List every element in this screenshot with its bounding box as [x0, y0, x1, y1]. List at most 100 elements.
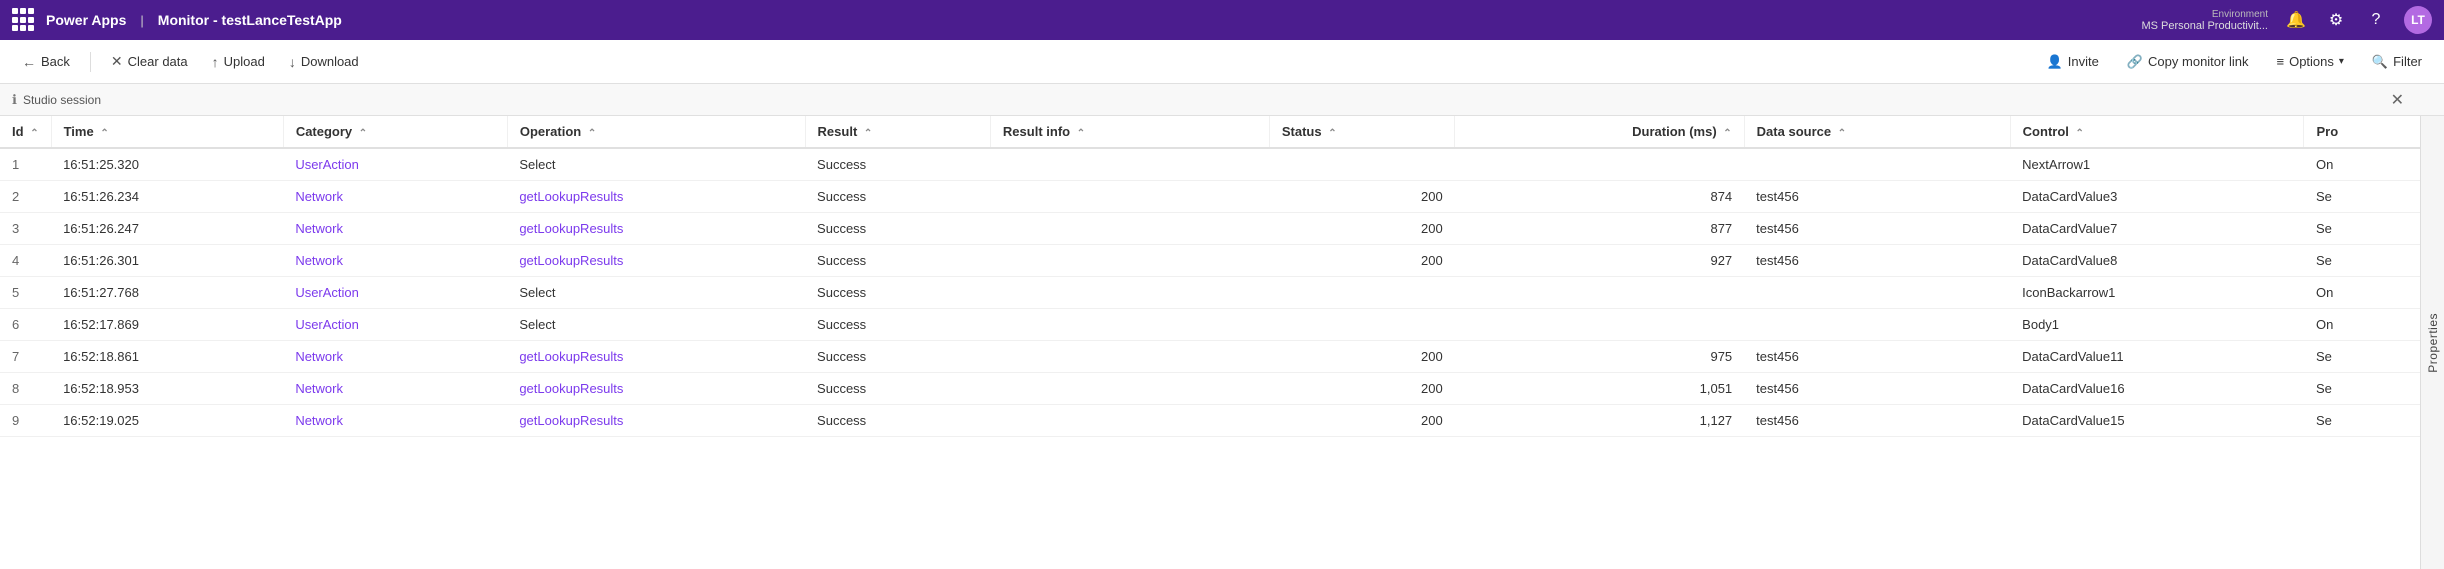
- operation-sort-icon: ⌃: [588, 128, 596, 139]
- cell-duration: [1455, 148, 1744, 181]
- back-arrow-icon: ←: [22, 54, 36, 70]
- invite-button[interactable]: 👤 Invite: [2037, 49, 2109, 75]
- cell-data-source: test456: [1744, 213, 2010, 245]
- avatar[interactable]: LT: [2404, 6, 2432, 34]
- cell-id: 4: [0, 245, 51, 277]
- back-button[interactable]: ← Back: [12, 49, 80, 75]
- filter-icon: 🔍: [2372, 54, 2388, 70]
- cell-operation: getLookupResults: [507, 213, 805, 245]
- cell-category: UserAction: [283, 277, 507, 309]
- studio-session-close-button[interactable]: ✕: [2391, 90, 2404, 110]
- cell-data-source: test456: [1744, 245, 2010, 277]
- cell-control: Body1: [2010, 309, 2304, 341]
- cell-operation: Select: [507, 309, 805, 341]
- id-sort-icon: ⌃: [30, 128, 38, 139]
- table-row[interactable]: 416:51:26.301NetworkgetLookupResultsSucc…: [0, 245, 2444, 277]
- cell-operation: getLookupResults: [507, 245, 805, 277]
- monitor-table: Id ⌃ Time ⌃ Category ⌃ Operation ⌃ Resul…: [0, 116, 2444, 437]
- column-header-control[interactable]: Control ⌃: [2010, 116, 2304, 148]
- cell-data-source: test456: [1744, 341, 2010, 373]
- column-header-operation[interactable]: Operation ⌃: [507, 116, 805, 148]
- cell-duration: [1455, 277, 1744, 309]
- cell-id: 2: [0, 181, 51, 213]
- cell-status: 200: [1269, 405, 1454, 437]
- column-header-result-info[interactable]: Result info ⌃: [990, 116, 1269, 148]
- cell-result: Success: [805, 181, 990, 213]
- cell-time: 16:52:18.953: [51, 373, 283, 405]
- cell-result-info: [990, 213, 1269, 245]
- clear-data-button[interactable]: ✕ Clear data: [101, 48, 198, 75]
- environment-display[interactable]: Environment MS Personal Productivit...: [2141, 9, 2268, 32]
- cell-id: 3: [0, 213, 51, 245]
- properties-panel-tab[interactable]: Properties: [2420, 116, 2444, 569]
- table-row[interactable]: 616:52:17.869UserActionSelectSuccessBody…: [0, 309, 2444, 341]
- environment-label: Environment: [2212, 9, 2268, 20]
- cell-data-source: test456: [1744, 405, 2010, 437]
- cell-data-source: [1744, 148, 2010, 181]
- column-header-id[interactable]: Id ⌃: [0, 116, 51, 148]
- column-header-data-source[interactable]: Data source ⌃: [1744, 116, 2010, 148]
- cell-result-info: [990, 148, 1269, 181]
- table-row[interactable]: 516:51:27.768UserActionSelectSuccessIcon…: [0, 277, 2444, 309]
- cell-id: 5: [0, 277, 51, 309]
- options-button[interactable]: ≡ Options ▾: [2266, 49, 2353, 74]
- cell-control: NextArrow1: [2010, 148, 2304, 181]
- cell-operation: getLookupResults: [507, 373, 805, 405]
- cell-category: Network: [283, 181, 507, 213]
- data-table-container: Id ⌃ Time ⌃ Category ⌃ Operation ⌃ Resul…: [0, 116, 2444, 569]
- cell-result: Success: [805, 148, 990, 181]
- cell-id: 7: [0, 341, 51, 373]
- waffle-menu[interactable]: [12, 8, 36, 32]
- notifications-icon[interactable]: 🔔: [2284, 8, 2308, 32]
- toolbar: ← Back ✕ Clear data ↑ Upload ↓ Download …: [0, 40, 2444, 84]
- cell-time: 16:51:26.301: [51, 245, 283, 277]
- cell-status: 200: [1269, 245, 1454, 277]
- cell-result-info: [990, 245, 1269, 277]
- category-sort-icon: ⌃: [359, 128, 367, 139]
- cell-status: 200: [1269, 373, 1454, 405]
- table-row[interactable]: 216:51:26.234NetworkgetLookupResultsSucc…: [0, 181, 2444, 213]
- cell-category: UserAction: [283, 309, 507, 341]
- cell-data-source: test456: [1744, 181, 2010, 213]
- cell-status: [1269, 309, 1454, 341]
- cell-time: 16:51:25.320: [51, 148, 283, 181]
- control-sort-icon: ⌃: [2076, 128, 2084, 139]
- cell-category: UserAction: [283, 148, 507, 181]
- download-button[interactable]: ↓ Download: [279, 49, 369, 75]
- cell-category: Network: [283, 341, 507, 373]
- cell-operation: getLookupResults: [507, 181, 805, 213]
- column-header-time[interactable]: Time ⌃: [51, 116, 283, 148]
- column-header-result[interactable]: Result ⌃: [805, 116, 990, 148]
- studio-session-bar: ℹ Studio session ✕ Properties: [0, 84, 2444, 116]
- environment-name: MS Personal Productivit...: [2141, 20, 2268, 32]
- column-header-category[interactable]: Category ⌃: [283, 116, 507, 148]
- cell-control: IconBackarrow1: [2010, 277, 2304, 309]
- table-row[interactable]: 716:52:18.861NetworkgetLookupResultsSucc…: [0, 341, 2444, 373]
- filter-button[interactable]: 🔍 Filter: [2362, 49, 2432, 75]
- table-body: 116:51:25.320UserActionSelectSuccessNext…: [0, 148, 2444, 437]
- cell-result-info: [990, 405, 1269, 437]
- cell-duration: 1,127: [1455, 405, 1744, 437]
- data-source-sort-icon: ⌃: [1838, 128, 1846, 139]
- cell-time: 16:52:19.025: [51, 405, 283, 437]
- column-header-status[interactable]: Status ⌃: [1269, 116, 1454, 148]
- cell-status: 200: [1269, 213, 1454, 245]
- column-header-duration[interactable]: Duration (ms) ⌃: [1455, 116, 1744, 148]
- cell-id: 9: [0, 405, 51, 437]
- table-row[interactable]: 316:51:26.247NetworkgetLookupResultsSucc…: [0, 213, 2444, 245]
- table-row[interactable]: 116:51:25.320UserActionSelectSuccessNext…: [0, 148, 2444, 181]
- settings-icon[interactable]: ⚙: [2324, 8, 2348, 32]
- upload-button[interactable]: ↑ Upload: [202, 49, 275, 75]
- toolbar-right: 👤 Invite 🔗 Copy monitor link ≡ Options ▾…: [2037, 49, 2432, 75]
- cell-result-info: [990, 181, 1269, 213]
- cell-result: Success: [805, 341, 990, 373]
- table-row[interactable]: 816:52:18.953NetworkgetLookupResultsSucc…: [0, 373, 2444, 405]
- table-row[interactable]: 916:52:19.025NetworkgetLookupResultsSucc…: [0, 405, 2444, 437]
- result-info-sort-icon: ⌃: [1077, 128, 1085, 139]
- help-icon[interactable]: ?: [2364, 8, 2388, 32]
- cell-result: Success: [805, 373, 990, 405]
- copy-monitor-link-button[interactable]: 🔗 Copy monitor link: [2117, 49, 2259, 75]
- cell-operation: getLookupResults: [507, 405, 805, 437]
- app-name: Power Apps: [46, 12, 126, 28]
- cell-time: 16:52:18.861: [51, 341, 283, 373]
